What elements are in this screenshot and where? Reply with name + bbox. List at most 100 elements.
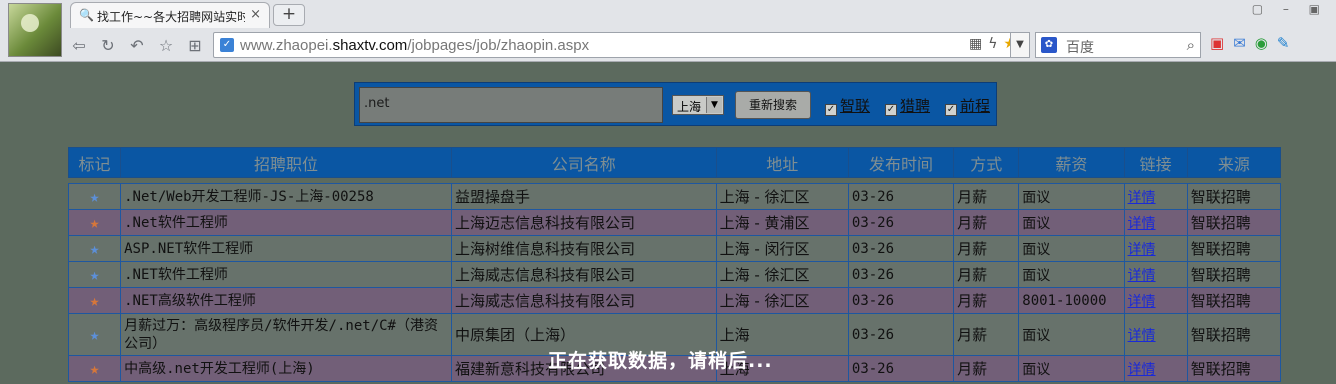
source-checkbox-zhilian[interactable]: ✓ 智联: [825, 95, 870, 116]
star-icon[interactable]: ★: [90, 265, 100, 284]
row-title: 中高级.net开发工程师(上海): [120, 355, 452, 382]
table-header-row: 标记 招聘职位 公司名称 地址 发布时间 方式 薪资 链接 来源: [67, 147, 1282, 178]
row-source: 智联招聘: [1186, 235, 1282, 262]
row-date: 03-26: [847, 235, 955, 262]
reload-icon[interactable]: ↻: [97, 36, 119, 55]
row-date: 03-26: [847, 287, 955, 314]
new-tab-button[interactable]: +: [273, 4, 305, 26]
row-source: 智联招聘: [1186, 287, 1282, 314]
research-button[interactable]: 重新搜索: [735, 91, 811, 119]
row-mark: ★: [67, 183, 122, 210]
table-row: ★ .Net/Web开发工程师-JS-上海-00258 益盟操盘手 上海 - 徐汇区 0…: [67, 183, 1282, 210]
row-salary: 8001-10000: [1018, 287, 1125, 314]
row-date: 03-26: [847, 261, 955, 288]
site-shield-icon: ✓: [220, 38, 234, 52]
row-title: 月薪过万：高级程序员/软件开发/.net/C#（港资公司）: [120, 313, 452, 356]
favorite-icon[interactable]: ☆: [155, 36, 177, 55]
row-salary: 面议: [1018, 313, 1125, 356]
row-source: 智联招聘: [1186, 183, 1282, 210]
profile-avatar[interactable]: [8, 3, 62, 57]
undo-icon[interactable]: ↶: [126, 36, 148, 55]
table-row: ★ .Net软件工程师 上海迈志信息科技有限公司 上海 - 黄浦区 03-26 月薪 面议详…: [67, 209, 1282, 236]
row-salary: 面议: [1018, 235, 1125, 262]
row-mark: ★: [67, 355, 122, 382]
row-date: 03-26: [847, 183, 955, 210]
checkbox-icon: ✓: [825, 104, 837, 116]
row-method: 月薪: [953, 209, 1020, 236]
row-source: 智联招聘: [1186, 313, 1282, 356]
row-mark: ★: [67, 235, 122, 262]
source-checkbox-liepin[interactable]: ✓ 猎聘: [885, 95, 930, 116]
header-link[interactable]: 链接: [1123, 147, 1188, 178]
url-text[interactable]: www.zhaopei.shaxtv.com/jobpages/job/zhao…: [240, 37, 589, 54]
header-title[interactable]: 招聘职位: [120, 147, 452, 178]
detail-link[interactable]: 详情: [1128, 294, 1156, 310]
baidu-engine-icon[interactable]: ✿: [1041, 37, 1057, 53]
address-bar[interactable]: ✓ www.zhaopei.shaxtv.com/jobpages/job/zh…: [213, 32, 1029, 58]
detail-link[interactable]: 详情: [1128, 242, 1156, 258]
detail-link[interactable]: 详情: [1128, 362, 1156, 378]
lightning-icon: ϟ: [988, 36, 1004, 52]
grid-icon[interactable]: ⊞: [184, 36, 206, 55]
checkbox-icon: ✓: [945, 104, 957, 116]
star-icon[interactable]: ★: [90, 325, 100, 344]
browser-chrome: 🔍 找工作~~各大招聘网站实时 × + ▢ – ▣ ⇦ ↻ ↶ ☆ ⊞ ✓ ww…: [0, 0, 1336, 62]
row-date: 03-26: [847, 355, 955, 382]
header-address[interactable]: 地址: [715, 147, 849, 178]
address-dropdown-icon[interactable]: ▼: [1010, 32, 1030, 58]
window-controls[interactable]: ▢ – ▣: [1252, 2, 1328, 16]
qr-code-icon: ▦: [968, 36, 989, 52]
row-address: 上海 - 徐汇区: [715, 183, 849, 210]
keyword-input[interactable]: .net: [359, 87, 663, 123]
checkbox-icon: ✓: [885, 104, 897, 116]
edit-extension-icon: ✎: [1276, 34, 1299, 52]
detail-link[interactable]: 详情: [1128, 268, 1156, 284]
chevron-down-icon[interactable]: ▼: [706, 97, 722, 113]
browser-tab[interactable]: 🔍 找工作~~各大招聘网站实时 ×: [70, 2, 270, 28]
row-address: 上海 - 徐汇区: [715, 261, 849, 288]
star-icon[interactable]: ★: [90, 187, 100, 206]
row-salary: 面议: [1018, 183, 1125, 210]
row-salary: 面议: [1018, 261, 1125, 288]
star-icon[interactable]: ★: [90, 213, 100, 232]
row-address: 上海 - 黄浦区: [715, 209, 849, 236]
star-icon[interactable]: ★: [90, 239, 100, 258]
star-icon[interactable]: ★: [90, 291, 100, 310]
header-mark[interactable]: 标记: [67, 147, 122, 178]
row-detail-link: 详情: [1123, 313, 1188, 356]
loading-message: 正在获取数据，请稍后...: [548, 350, 773, 372]
source-checkbox-qiancheng[interactable]: ✓ 前程: [945, 95, 990, 116]
city-select[interactable]: 上海 ▼: [672, 95, 724, 115]
row-detail-link: 详情: [1123, 261, 1188, 288]
tab-close-icon[interactable]: ×: [250, 7, 261, 22]
header-salary[interactable]: 薪资: [1018, 147, 1125, 178]
table-row: ★ .NET软件工程师 上海威志信息科技有限公司 上海 - 徐汇区 03-26 月薪 面议详…: [67, 261, 1282, 288]
detail-link[interactable]: 详情: [1128, 328, 1156, 344]
row-detail-link: 详情: [1123, 355, 1188, 382]
row-method: 月薪: [953, 313, 1020, 356]
row-mark: ★: [67, 261, 122, 288]
header-source[interactable]: 来源: [1186, 147, 1282, 178]
search-box[interactable]: ✿ 百度 ⌕: [1035, 32, 1201, 58]
tab-title: 找工作~~各大招聘网站实时: [97, 10, 245, 24]
search-icon[interactable]: ⌕: [1187, 36, 1195, 54]
mail-extension-icon: ✉: [1233, 34, 1255, 52]
row-company: 上海威志信息科技有限公司: [450, 287, 717, 314]
row-mark: ★: [67, 209, 122, 236]
row-detail-link: 详情: [1123, 287, 1188, 314]
city-select-value: 上海: [677, 100, 702, 114]
header-date[interactable]: 发布时间: [847, 147, 955, 178]
detail-link[interactable]: 详情: [1128, 190, 1156, 206]
detail-link[interactable]: 详情: [1128, 216, 1156, 232]
header-method[interactable]: 方式: [953, 147, 1020, 178]
search-placeholder: 百度: [1066, 40, 1094, 56]
extension-icons[interactable]: ▣✉◉✎: [1210, 34, 1298, 52]
table-row: ★ .NET高级软件工程师 上海威志信息科技有限公司 上海 - 徐汇区 03-26 月薪 8…: [67, 287, 1282, 314]
row-address: 上海 - 闵行区: [715, 235, 849, 262]
row-title: .Net软件工程师: [120, 209, 452, 236]
star-icon[interactable]: ★: [90, 359, 100, 378]
back-icon[interactable]: ⇦: [68, 36, 90, 55]
header-company[interactable]: 公司名称: [450, 147, 717, 178]
row-detail-link: 详情: [1123, 235, 1188, 262]
row-title: .NET高级软件工程师: [120, 287, 452, 314]
